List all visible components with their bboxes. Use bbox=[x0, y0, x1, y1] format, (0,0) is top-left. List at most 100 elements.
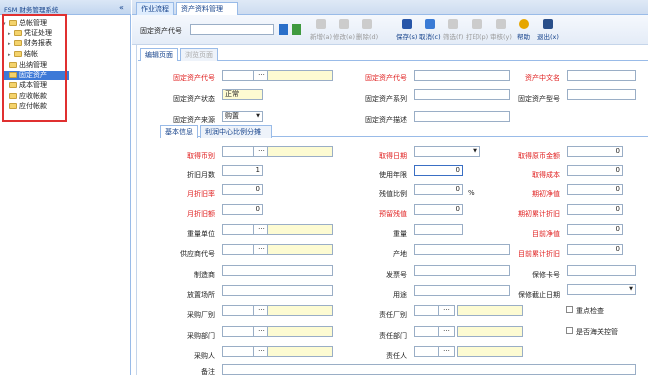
delete-button[interactable]: 删除(d) bbox=[356, 19, 378, 41]
currency-label: 取得币别 bbox=[187, 152, 215, 160]
collapse-icon[interactable]: « bbox=[119, 3, 124, 12]
print-icon bbox=[472, 19, 483, 29]
resp-person-label: 责任人 bbox=[386, 352, 407, 360]
orig-amt-input[interactable]: 0 bbox=[567, 146, 623, 157]
cost-input[interactable]: 0 bbox=[567, 165, 623, 176]
buyer-label: 采购人 bbox=[194, 352, 215, 360]
filter-label: 筛选(f) bbox=[443, 33, 464, 41]
resp-person-lookup-button[interactable]: ··· bbox=[438, 346, 455, 357]
location-label: 放置场所 bbox=[187, 291, 215, 299]
asset-cn-label: 资产中文名 bbox=[525, 74, 560, 82]
source-label: 固定资产来源 bbox=[173, 116, 215, 124]
resp-person-name-field bbox=[457, 346, 523, 357]
new-button[interactable]: 新增(a) bbox=[310, 19, 332, 41]
asset-code2-input[interactable] bbox=[414, 70, 510, 81]
monthly-amt-label: 月折旧额 bbox=[187, 210, 215, 218]
print-button[interactable]: 打印(p) bbox=[466, 19, 488, 41]
series-input[interactable] bbox=[414, 89, 510, 100]
sub-tab-bar: 基本信息 利润中心比例分摊 bbox=[160, 125, 648, 138]
resp-factory-label: 责任厂别 bbox=[379, 311, 407, 319]
cur-net-label: 目前净值 bbox=[532, 230, 560, 238]
use-years-input[interactable]: 0 bbox=[414, 165, 463, 176]
tab-workflow[interactable]: 作业流程 bbox=[136, 2, 174, 15]
salvage-label: 预留残值 bbox=[379, 210, 407, 218]
save-button[interactable]: 保存(s) bbox=[396, 19, 417, 41]
currency-name-field bbox=[267, 146, 333, 157]
salvage-input[interactable]: 0 bbox=[414, 204, 463, 215]
sidebar-title: FSM 财务管理系统 bbox=[4, 6, 59, 14]
usage-input[interactable] bbox=[414, 285, 510, 296]
buy-factory-label: 采购厂别 bbox=[187, 311, 215, 319]
weight-input[interactable] bbox=[414, 224, 463, 235]
exit-button[interactable]: 退出(x) bbox=[537, 19, 559, 41]
delete-label: 删除(d) bbox=[356, 33, 379, 41]
dep-months-label: 折旧月数 bbox=[187, 171, 215, 179]
acq-date-picker[interactable]: ▼ bbox=[414, 146, 480, 157]
init-net-label: 期初净值 bbox=[532, 190, 560, 198]
customs-checkbox[interactable] bbox=[566, 327, 573, 334]
tab-basic-info[interactable]: 基本信息 bbox=[160, 125, 198, 138]
help-button[interactable]: 帮助 bbox=[517, 19, 530, 41]
customs-label: 是否海关控管 bbox=[576, 328, 618, 336]
toolbar: 固定资产代号 新增(a) 修改(e) 删除(d) 保存(s) 取消(c) 筛选(… bbox=[132, 15, 648, 45]
monthly-rate-label: 月折旧率 bbox=[187, 190, 215, 198]
dep-months-input[interactable]: 1 bbox=[222, 165, 263, 176]
source-select[interactable]: 购置 ▼ bbox=[222, 111, 263, 122]
model-input[interactable] bbox=[567, 89, 636, 100]
weight-unit-label: 重量单位 bbox=[187, 230, 215, 238]
filter-button[interactable]: 筛选(f) bbox=[443, 19, 463, 41]
monthly-rate-input[interactable]: 0 bbox=[222, 184, 263, 195]
salvage-ratio-input[interactable]: 0 bbox=[414, 184, 463, 195]
buy-factory-name-field bbox=[267, 305, 333, 316]
status-label: 固定资产状态 bbox=[173, 95, 215, 103]
edit-tab-bar: 编辑页面 浏览页面 bbox=[138, 48, 648, 61]
cancel-button[interactable]: 取消(c) bbox=[419, 19, 441, 41]
origin-label: 产地 bbox=[393, 250, 407, 258]
series-label: 固定资产系列 bbox=[365, 95, 407, 103]
resp-dept-label: 责任部门 bbox=[379, 332, 407, 340]
undo-icon bbox=[424, 19, 435, 29]
init-acc-input[interactable]: 0 bbox=[567, 204, 623, 215]
sidebar-header: FSM 财务管理系统 « bbox=[0, 0, 131, 15]
resp-factory-lookup-button[interactable]: ··· bbox=[438, 305, 455, 316]
search-icon[interactable] bbox=[279, 24, 288, 35]
save-label: 保存(s) bbox=[396, 33, 418, 41]
desc-label: 固定资产描述 bbox=[365, 116, 407, 124]
model-label: 固定资产型号 bbox=[518, 95, 560, 103]
divider bbox=[136, 45, 137, 375]
asset-code2-label: 固定资产代号 bbox=[365, 74, 407, 82]
asset-cn-input[interactable] bbox=[567, 70, 636, 81]
help-label: 帮助 bbox=[517, 33, 530, 41]
location-input[interactable] bbox=[222, 285, 333, 296]
new-label: 新增(a) bbox=[310, 33, 333, 41]
tab-edit-page[interactable]: 编辑页面 bbox=[140, 48, 178, 61]
cur-acc-input[interactable]: 0 bbox=[567, 244, 623, 255]
export-icon[interactable] bbox=[292, 24, 301, 35]
edit-button[interactable]: 修改(e) bbox=[333, 19, 355, 41]
resp-dept-lookup-button[interactable]: ··· bbox=[438, 326, 455, 337]
binoculars-icon bbox=[448, 19, 459, 29]
monthly-amt-input[interactable]: 0 bbox=[222, 204, 263, 215]
asset-code-search-input[interactable] bbox=[190, 24, 274, 35]
cur-net-input[interactable]: 0 bbox=[567, 224, 623, 235]
tab-browse-page[interactable]: 浏览页面 bbox=[180, 48, 218, 61]
warranty-input[interactable] bbox=[567, 265, 636, 276]
audit-button[interactable]: 审核(y) bbox=[490, 19, 512, 41]
maker-input[interactable] bbox=[222, 265, 333, 276]
init-acc-label: 期初累计折旧 bbox=[518, 210, 560, 218]
init-net-input[interactable]: 0 bbox=[567, 184, 623, 195]
invoice-label: 发票号 bbox=[386, 271, 407, 279]
invoice-input[interactable] bbox=[414, 265, 510, 276]
tab-profit-center[interactable]: 利润中心比例分摊 bbox=[200, 125, 272, 138]
chevron-down-icon: ▼ bbox=[256, 113, 260, 119]
maker-label: 制造商 bbox=[194, 271, 215, 279]
tab-asset-management[interactable]: 资产资料管理 × bbox=[176, 2, 238, 25]
tab-asset-label: 资产资料管理 bbox=[181, 5, 223, 13]
origin-input[interactable] bbox=[414, 244, 510, 255]
warranty-end-picker[interactable]: ▼ bbox=[567, 284, 636, 295]
desc-input[interactable] bbox=[414, 111, 510, 122]
new-icon bbox=[316, 19, 327, 29]
key-check-checkbox[interactable] bbox=[566, 306, 573, 313]
remark-input[interactable] bbox=[222, 364, 636, 375]
delete-icon bbox=[362, 19, 373, 29]
